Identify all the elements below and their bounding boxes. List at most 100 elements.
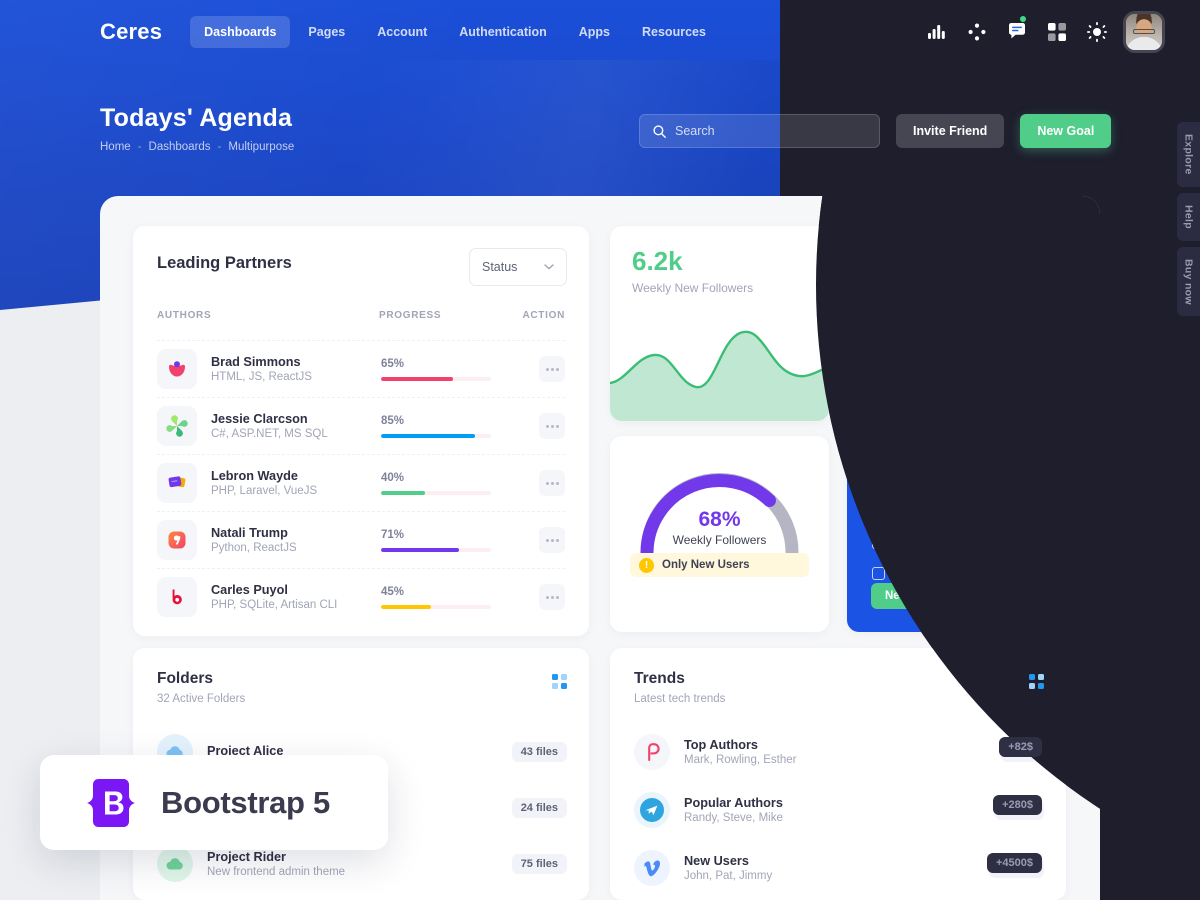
table-row[interactable]: Natali Trump Python, ReactJS 71% bbox=[157, 511, 565, 568]
partner-progress: 45% bbox=[381, 586, 501, 609]
table-row[interactable]: Brad Simmons HTML, JS, ReactJS 65% bbox=[157, 340, 565, 397]
trend-amount-badge: +4500$ bbox=[988, 858, 1044, 878]
side-tab-buy-now[interactable]: Buy now bbox=[1177, 246, 1200, 317]
table-row[interactable]: Carles Puyol PHP, SQLite, Artisan CLI 45… bbox=[157, 568, 565, 625]
page-header: Todays' Agenda Home - Dashboards - Multi… bbox=[100, 104, 294, 153]
search-input[interactable]: Search bbox=[639, 114, 880, 148]
sun-theme-icon[interactable] bbox=[1086, 21, 1108, 43]
weekly-new-followers-card: 6.2k Weekly New Followers bbox=[610, 226, 829, 421]
clover-logo-icon bbox=[157, 406, 197, 446]
partner-stack: HTML, JS, ReactJS bbox=[211, 371, 312, 383]
partner-info: Carles Puyol PHP, SQLite, Artisan CLI bbox=[211, 583, 381, 611]
trends-title: Trends bbox=[634, 670, 685, 687]
row-actions-button[interactable] bbox=[539, 584, 565, 610]
plurk-p-icon bbox=[634, 734, 670, 770]
column-action: ACTION bbox=[522, 310, 565, 321]
nav-link-apps[interactable]: Apps bbox=[565, 16, 624, 48]
brand-logo[interactable]: Ceres bbox=[100, 19, 162, 45]
breadcrumb-separator: - bbox=[217, 141, 222, 153]
gauge-notice-text: Only New Users bbox=[662, 559, 750, 571]
folders-subtitle: 32 Active Folders bbox=[157, 693, 246, 705]
side-tab-explore[interactable]: Explore bbox=[1177, 122, 1200, 187]
partner-progress: 40% bbox=[381, 472, 501, 495]
header-actions: Search Invite Friend New Goal bbox=[639, 114, 1112, 148]
progress-track bbox=[381, 547, 491, 552]
row-actions-button[interactable] bbox=[539, 356, 565, 382]
gauge-percent: 68% bbox=[698, 508, 741, 531]
trend-sub: Mark, Rowling, Esther bbox=[684, 754, 797, 766]
checkbox-icon[interactable] bbox=[872, 566, 885, 580]
scatter-dots-icon[interactable] bbox=[966, 21, 988, 43]
search-icon bbox=[653, 124, 666, 138]
checkbox-icon[interactable] bbox=[872, 535, 885, 549]
trend-name: New Users bbox=[684, 854, 749, 868]
table-row[interactable]: Jessie Clarcson C#, ASP.NET, MS SQL 85% bbox=[157, 397, 565, 454]
partner-name: Carles Puyol bbox=[211, 583, 288, 597]
grid-dots-icon[interactable] bbox=[1029, 674, 1044, 689]
side-tab-help[interactable]: Help bbox=[1177, 192, 1200, 241]
notification-badge-dot bbox=[1020, 15, 1026, 22]
vimeo-icon bbox=[634, 850, 670, 886]
trends-subtitle: Latest tech trends bbox=[634, 693, 726, 705]
folder-name: Project Rider bbox=[207, 850, 286, 864]
status-select[interactable]: Status bbox=[469, 248, 567, 286]
followers-value: 6.2k bbox=[632, 246, 683, 276]
promo-item-label: Cereate bbox=[895, 504, 941, 518]
partner-progress-value: 85% bbox=[381, 414, 405, 427]
avatar-glasses-detail bbox=[1133, 28, 1155, 34]
checkbox-icon[interactable] bbox=[872, 504, 885, 518]
cards-logo-icon bbox=[157, 463, 197, 503]
breadcrumb-item-multipurpose[interactable]: Multipurpose bbox=[228, 141, 294, 153]
table-row[interactable]: Lebron Wayde PHP, Laravel, VueJS 40% bbox=[157, 454, 565, 511]
breadcrumb-item-home[interactable]: Home bbox=[100, 141, 131, 153]
row-actions-button[interactable] bbox=[539, 470, 565, 496]
list-item[interactable]: New Users John, Pat, Jimmy +4500$ bbox=[634, 840, 1044, 896]
avatar[interactable] bbox=[1126, 13, 1162, 50]
trend-info: Popular Authors Randy, Steve, Mike bbox=[684, 796, 783, 824]
partner-info: Lebron Wayde PHP, Laravel, VueJS bbox=[211, 469, 381, 497]
nav-links: Dashboards Pages Account Authentication … bbox=[190, 15, 720, 48]
folder-info: Project Rider New frontend admin theme bbox=[207, 850, 345, 878]
gauge-center-text: 68% Weekly Followers bbox=[634, 508, 805, 547]
nav-link-pages[interactable]: Pages bbox=[294, 16, 359, 48]
nav-link-authentication[interactable]: Authentication bbox=[445, 16, 561, 48]
grid-dots-icon[interactable] bbox=[552, 674, 567, 689]
partner-info: Jessie Clarcson C#, ASP.NET, MS SQL bbox=[211, 412, 381, 440]
trend-name: Top Authors bbox=[684, 738, 758, 752]
character-illustration: % bbox=[959, 460, 1062, 632]
new-goal-button[interactable]: New Goal bbox=[1020, 114, 1112, 148]
progress-track bbox=[381, 376, 491, 381]
chat-message-icon[interactable] bbox=[1006, 15, 1028, 43]
partner-progress: 65% bbox=[381, 358, 501, 381]
progress-track bbox=[381, 604, 491, 609]
bootstrap-badge[interactable]: Bootstrap 5 bbox=[40, 755, 388, 850]
partner-name: Jessie Clarcson bbox=[211, 412, 308, 426]
layout-grid-icon[interactable] bbox=[1046, 21, 1068, 43]
breadcrumb-item-dashboards[interactable]: Dashboards bbox=[149, 141, 211, 153]
list-item[interactable]: Top Authors Mark, Rowling, Esther +82$ bbox=[634, 724, 1044, 780]
partner-name: Natali Trump bbox=[211, 526, 288, 540]
nav-link-resources[interactable]: Resources bbox=[628, 16, 720, 48]
partner-info: Natali Trump Python, ReactJS bbox=[211, 526, 381, 554]
trend-sub: John, Pat, Jimmy bbox=[684, 870, 773, 882]
partner-stack: Python, ReactJS bbox=[211, 542, 297, 554]
folder-file-count: 24 files bbox=[511, 798, 567, 818]
row-actions-button[interactable] bbox=[539, 413, 565, 439]
nav-link-account[interactable]: Account bbox=[363, 16, 441, 48]
list-item[interactable]: Popular Authors Randy, Steve, Mike +280$ bbox=[634, 782, 1044, 838]
nav-link-dashboards[interactable]: Dashboards bbox=[190, 15, 291, 48]
row-actions-button[interactable] bbox=[539, 527, 565, 553]
partner-progress-value: 65% bbox=[381, 357, 405, 370]
partner-progress: 85% bbox=[381, 415, 501, 438]
partner-stack: C#, ASP.NET, MS SQL bbox=[211, 428, 328, 440]
partners-table-header: AUTHORS PROGRESS ACTION bbox=[157, 310, 565, 321]
plurk-logo-icon bbox=[157, 349, 197, 389]
folder-file-count: 75 files bbox=[511, 854, 567, 874]
status-badge: ! Only New Users bbox=[630, 553, 809, 577]
partner-info: Brad Simmons HTML, JS, ReactJS bbox=[211, 355, 381, 383]
invite-friend-button[interactable]: Invite Friend bbox=[896, 114, 1005, 148]
chart-bars-icon[interactable] bbox=[926, 21, 948, 43]
trend-name: Popular Authors bbox=[684, 796, 783, 810]
partner-progress-value: 45% bbox=[381, 585, 405, 598]
folder-sub: New frontend admin theme bbox=[207, 866, 346, 878]
